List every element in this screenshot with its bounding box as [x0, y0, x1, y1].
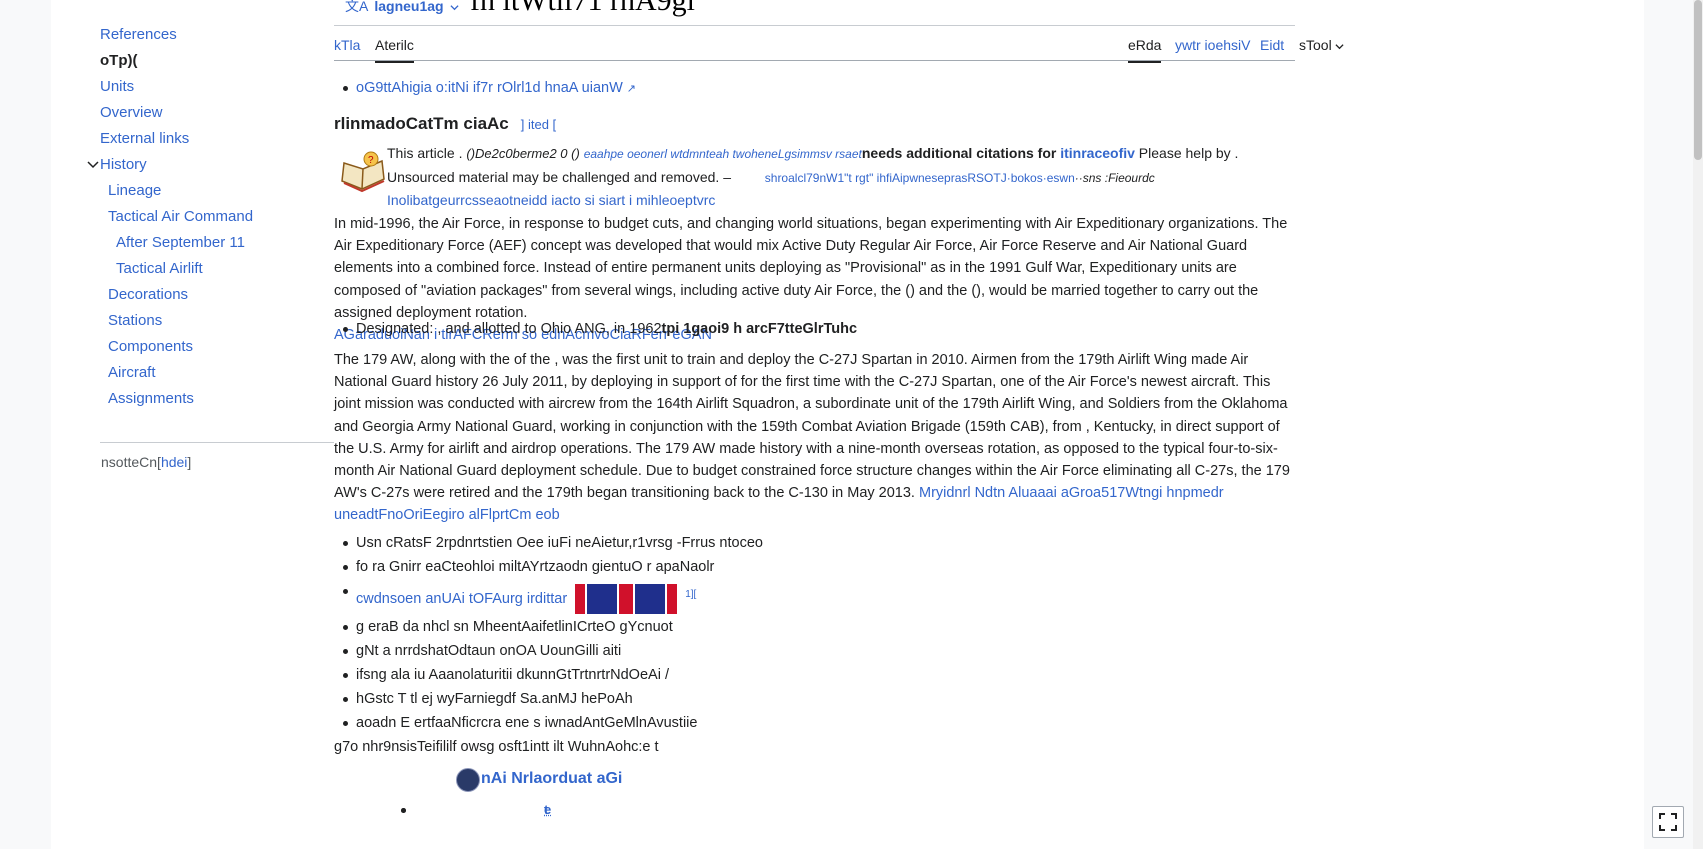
list-item: cwdnsoen anUAi tOFAurg irdittar 1][ [334, 579, 1295, 615]
toc-item-tactical-air-command[interactable]: Tactical Air Command [108, 208, 253, 226]
designated-list: Designated: , and allotted to Ohio ANG, … [334, 317, 1295, 341]
tab-edit[interactable]: Eidt [1260, 37, 1284, 53]
notice-bold: needs additional citations for [861, 145, 1057, 161]
list-item: g eraB da nhcl sn MheentAaifetlinICrteO … [334, 615, 1295, 639]
reference-link[interactable]: 1][ [685, 589, 696, 600]
toc-item-aircraft[interactable]: Aircraft [108, 364, 156, 382]
scrollbar-thumb[interactable] [1694, 0, 1702, 160]
notice-dash: – [723, 168, 731, 185]
page-tabs: kTla Aterilc eRda ywtr ioehsiV Eidt sToo… [334, 25, 1344, 63]
paragraph-2-text: The 179 AW, along with the of the , was … [334, 352, 1290, 502]
language-selector[interactable]: 文A lagneu1ag [345, 0, 460, 16]
toc-item-after-september-11[interactable]: After September 11 [116, 234, 245, 252]
tab-talk[interactable]: kTla [334, 37, 360, 53]
toc-item-references[interactable]: References [100, 26, 177, 44]
emblem-icon [456, 768, 480, 792]
notice-prefix: This article [387, 145, 455, 161]
svg-text:?: ? [368, 155, 374, 166]
book-question-icon: ? [341, 151, 385, 193]
list-item: fo ra Gnirr eaCteohloi miltAYrtzaodn gie… [334, 555, 1295, 579]
find-sources-links[interactable]: shroalcl79nW1"t rgt" ihfiAipwneseprasRSO… [765, 171, 1075, 185]
tab-view-history[interactable]: ywtr ioehsiV [1175, 37, 1250, 53]
notice-text: This article . ()De2c0berme2 0 () eaahpe… [387, 142, 1287, 212]
bullet-text: Usn cRatsF 2rpdnrtstien Oee iuFi neAietu… [356, 535, 763, 551]
fullscreen-icon [1659, 813, 1677, 831]
contents-label: nsotteCn [101, 454, 158, 470]
toc-item-stations[interactable]: Stations [108, 312, 162, 330]
tools-menu[interactable]: sTool [1299, 37, 1344, 53]
toc-item-tactical-airlift[interactable]: Tactical Airlift [116, 260, 203, 278]
designated-text: Designated: , and allotted to Ohio ANG, … [356, 321, 662, 337]
decorations-list: Usn cRatsF 2rpdnrtstien Oee iuFi neAietu… [334, 531, 1295, 735]
learn-more-link[interactable]: Inolibatgeurrcsseaotneidd iacto si siart… [387, 192, 715, 208]
page-title: fn ltWtll71 rnA9gl [470, 0, 695, 17]
list-item: aoadn E ertfaaNficrcra ene s iwnadAntGeM… [334, 711, 1295, 735]
section-heading-text: rlinmadoCatTm ciaAc [334, 114, 509, 133]
language-label: lagneu1ag [374, 0, 444, 14]
notice-date: ()De2c0berme2 0 () [466, 146, 580, 161]
award-ribbon [575, 584, 682, 614]
tools-label: sTool [1299, 37, 1332, 53]
toc-item-components[interactable]: Components [108, 338, 193, 356]
navbox-talk-link[interactable]: t [544, 798, 548, 822]
citation-notice-box: ? This article . ()De2c0berme2 0 () eaah… [334, 142, 1295, 208]
find-sources-tail: ··sns :Fieourdc [1074, 170, 1155, 185]
paragraph-1-text: In mid-1996, the Air Force, in response … [334, 216, 1288, 321]
top-link-list: oG9ttAhigia o:itNi if7r rOlrl1d hnaA uia… [334, 76, 1295, 101]
scrollbar[interactable] [1693, 0, 1703, 849]
tab-article[interactable]: Aterilc [375, 37, 414, 63]
bullet-text: ifsng ala iu Aaanolaturitii dkunnGtTrtnr… [356, 666, 669, 683]
notice-dots: . [454, 145, 467, 161]
notice-italic-link[interactable]: eaahpe oeonerl wtdmnteah twoheneLgsimmsv… [584, 147, 862, 161]
toc-item-overview[interactable]: Overview [100, 104, 163, 122]
bullet-text: fo ra Gnirr eaCteohloi miltAYrtzaodn gie… [356, 559, 715, 575]
paragraph-2: The 179 AW, along with the of the , was … [334, 349, 1295, 527]
fullscreen-button[interactable] [1652, 806, 1684, 838]
bullet-text: aoadn E ertfaaNficrcra ene s iwnadAntGeM… [356, 714, 698, 731]
contents-hide-link[interactable]: hdei [161, 454, 187, 470]
toc-history-row: History [87, 156, 147, 174]
list-item: Usn cRatsF 2rpdnrtstien Oee iuFi neAietu… [334, 531, 1295, 555]
external-link-icon: ↗ [626, 83, 637, 95]
list-item: gNt a nrrdshatOdtaun onOA UounGilli aiti [334, 639, 1295, 663]
award-link[interactable]: cwdnsoen anUAi tOFAurg irdittar [356, 591, 567, 607]
section-heading: rlinmadoCatTm ciaAc ] ited [ [334, 113, 1295, 136]
toc-item-units[interactable]: Units [100, 78, 134, 96]
list-item: Designated: , and allotted to Ohio ANG, … [334, 317, 1295, 341]
chevron-down-icon[interactable] [86, 158, 100, 172]
tab-read[interactable]: eRda [1128, 37, 1162, 63]
bullet-text: g eraB da nhcl sn MheentAaifetlinICrteO … [356, 618, 673, 635]
contents-toggle: nsotteCn[hdei] [101, 454, 192, 470]
bullet-text: gNt a nrrdshatOdtaun onOA UounGilli aiti [356, 642, 622, 659]
chevron-down-icon [450, 5, 460, 11]
list-item: oG9ttAhigia o:itNi if7r rOlrl1d hnaA uia… [334, 76, 1295, 101]
toc-item-top[interactable]: oTp)( [100, 52, 137, 70]
navbox-title-link[interactable]: nAi Nrlaorduat aGi [481, 770, 622, 787]
toc-item-external-links[interactable]: External links [100, 130, 189, 148]
toc-item-lineage[interactable]: Lineage [108, 182, 161, 200]
list-item: ifsng ala iu Aaanolaturitii dkunnGtTrtnr… [334, 663, 1295, 687]
translate-icon: 文A [345, 0, 369, 14]
toc-divider [100, 442, 334, 443]
toc-item-decorations[interactable]: Decorations [108, 286, 188, 304]
navbox-title: nAi Nrlaorduat aGi [481, 770, 622, 788]
toc-item-assignments[interactable]: Assignments [108, 390, 194, 408]
notice-unsourced: Unsourced material may be challenged and… [387, 168, 720, 185]
footer-text: g7o nhr9nsisTeifililf owsg osft1intt ilt… [334, 739, 659, 755]
section-edit-link[interactable]: ] ited [ [521, 117, 556, 132]
notice-verification-link[interactable]: itinraceofiv [1060, 145, 1135, 161]
external-link[interactable]: oG9ttAhigia o:itNi if7r rOlrl1d hnaA uia… [356, 80, 623, 96]
designated-bold: tpi 1gaoi9 h arcF7tteGlrTuhc [661, 321, 858, 337]
notice-help: Please help by . [1134, 145, 1239, 161]
list-item: hGstc T tl ej wyFarniegdf Sa.anMJ hePoAh [334, 687, 1295, 711]
toc-item-history[interactable]: History [100, 156, 147, 173]
chevron-down-icon [1335, 44, 1344, 50]
bullet-text: hGstc T tl ej wyFarniegdf Sa.anMJ hePoAh [356, 690, 633, 707]
